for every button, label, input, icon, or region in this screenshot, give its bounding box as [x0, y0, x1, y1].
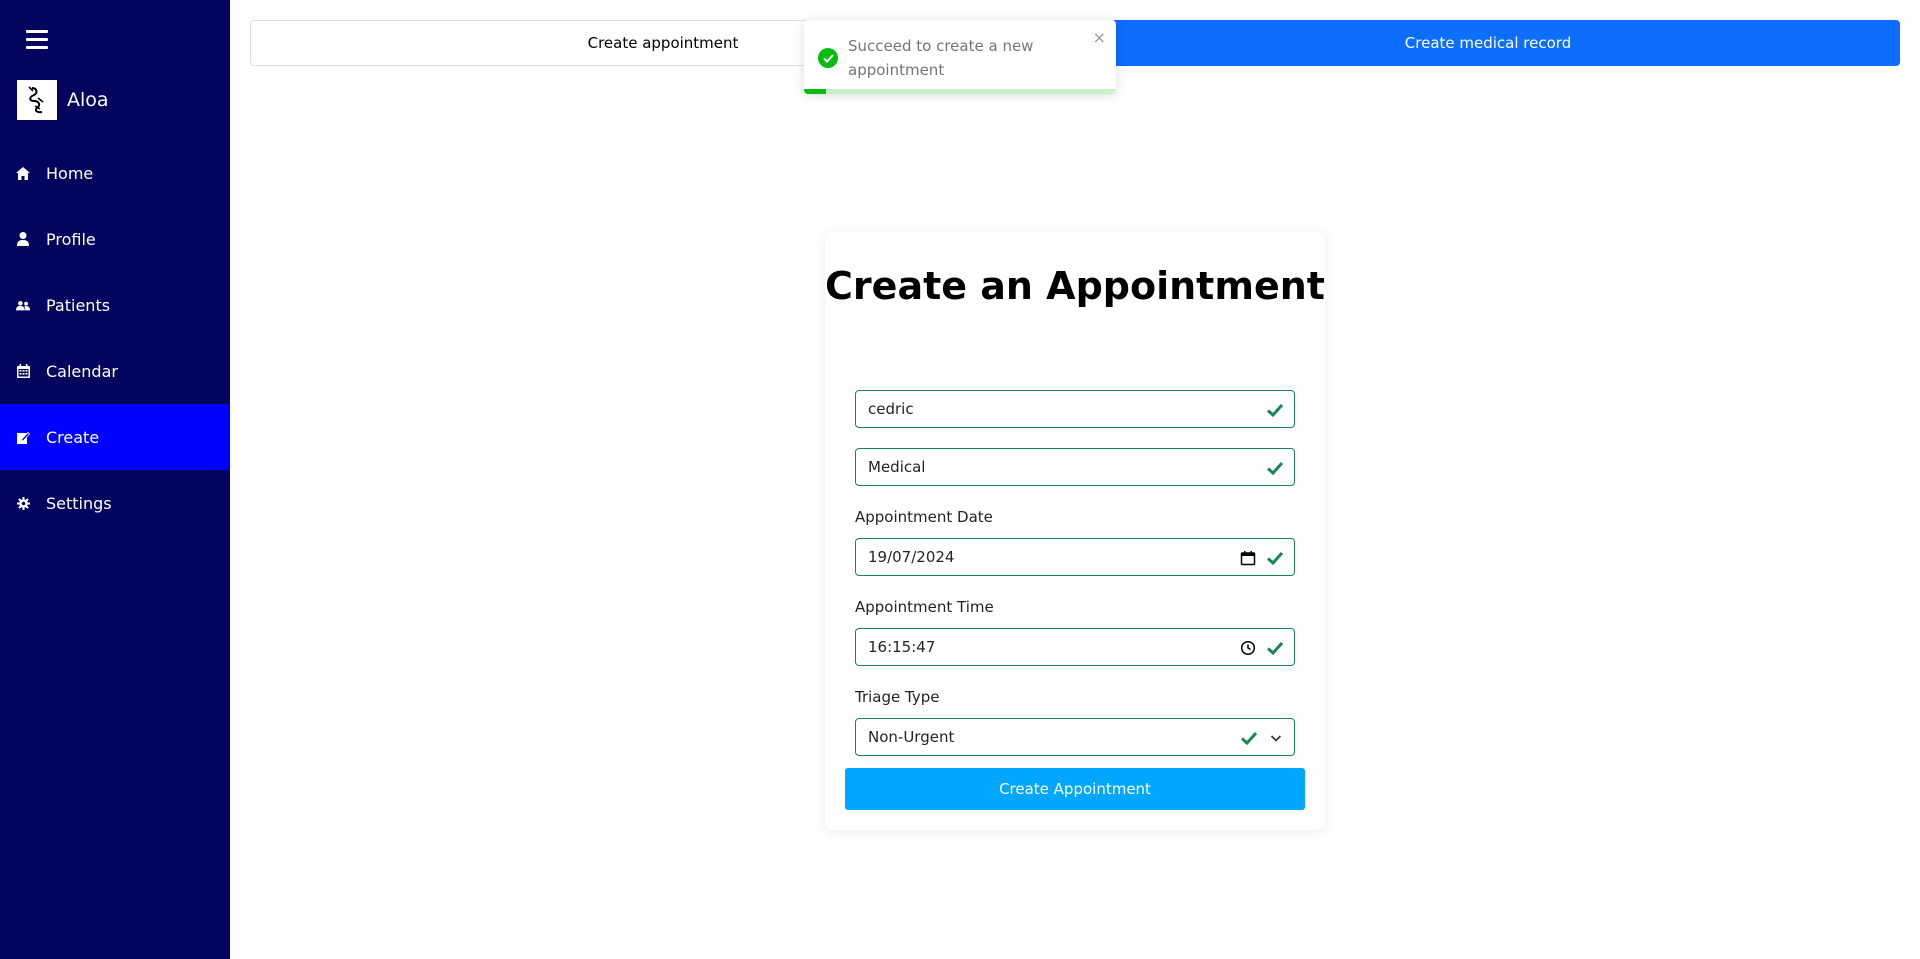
create-appointment-button[interactable]: Create Appointment — [845, 768, 1305, 810]
gear-icon — [16, 496, 30, 510]
toast-progress-bar — [804, 89, 826, 94]
appointment-type-value: Medical — [868, 458, 926, 476]
sidebar-item-label: Create — [46, 427, 100, 447]
appointment-date-label: Appointment Date — [855, 508, 993, 526]
appointment-time-input[interactable]: 16:15:47 — [855, 628, 1295, 666]
valid-check-icon — [1266, 403, 1284, 418]
valid-check-icon — [1266, 641, 1284, 656]
chevron-down-icon — [1270, 735, 1282, 742]
page-title: Create an Appointment — [825, 264, 1325, 308]
triage-type-select[interactable]: Non-Urgent — [855, 718, 1295, 756]
toast-progress-track — [804, 89, 1116, 94]
sidebar-item-home[interactable]: Home — [0, 140, 230, 206]
appointment-type-input[interactable]: Medical — [855, 448, 1295, 486]
success-toast: Succeed to create a new appointment × — [804, 20, 1116, 94]
tab-create-medical-record[interactable]: Create medical record — [1076, 20, 1900, 66]
user-icon — [16, 232, 30, 246]
close-icon[interactable]: × — [1093, 30, 1106, 46]
sidebar: Aloa Home Profile Patients Calendar Crea… — [0, 0, 230, 959]
appointment-time-label: Appointment Time — [855, 598, 994, 616]
users-icon — [16, 298, 30, 312]
sidebar-item-label: Home — [46, 163, 94, 183]
sidebar-nav: Home Profile Patients Calendar Create Se… — [0, 140, 230, 536]
appointment-date-input[interactable]: 19/07/2024 — [855, 538, 1295, 576]
sidebar-item-patients[interactable]: Patients — [0, 272, 230, 338]
brand-name: Aloa — [67, 89, 109, 111]
edit-icon — [16, 430, 30, 444]
valid-check-icon — [1266, 461, 1284, 476]
patient-name-input[interactable]: cedric — [855, 390, 1295, 428]
clock-icon[interactable] — [1240, 640, 1256, 656]
sidebar-item-label: Profile — [46, 229, 96, 249]
valid-check-icon — [1240, 731, 1258, 746]
valid-check-icon — [1266, 551, 1284, 566]
triage-type-label: Triage Type — [855, 688, 940, 706]
patient-name-value: cedric — [868, 400, 914, 418]
appointment-date-value: 19/07/2024 — [868, 548, 955, 566]
menu-toggle-icon[interactable] — [26, 30, 48, 50]
appointment-time-value: 16:15:47 — [868, 638, 936, 656]
sidebar-item-label: Patients — [46, 295, 111, 315]
triage-type-value: Non-Urgent — [868, 728, 955, 746]
calendar-icon — [16, 364, 30, 378]
sidebar-item-settings[interactable]: Settings — [0, 470, 230, 536]
sidebar-item-label: Settings — [46, 493, 112, 513]
home-icon — [16, 166, 30, 180]
brand[interactable]: Aloa — [17, 80, 109, 120]
sidebar-item-profile[interactable]: Profile — [0, 206, 230, 272]
toast-message: Succeed to create a new appointment — [848, 37, 1034, 79]
sidebar-item-calendar[interactable]: Calendar — [0, 338, 230, 404]
brand-logo — [17, 80, 57, 120]
calendar-picker-icon[interactable] — [1240, 550, 1256, 566]
sidebar-item-create[interactable]: Create — [0, 404, 230, 470]
sidebar-item-label: Calendar — [46, 361, 118, 381]
success-check-icon — [818, 48, 838, 68]
create-appointment-card: Create an Appointment cedric Medical App… — [825, 232, 1325, 830]
